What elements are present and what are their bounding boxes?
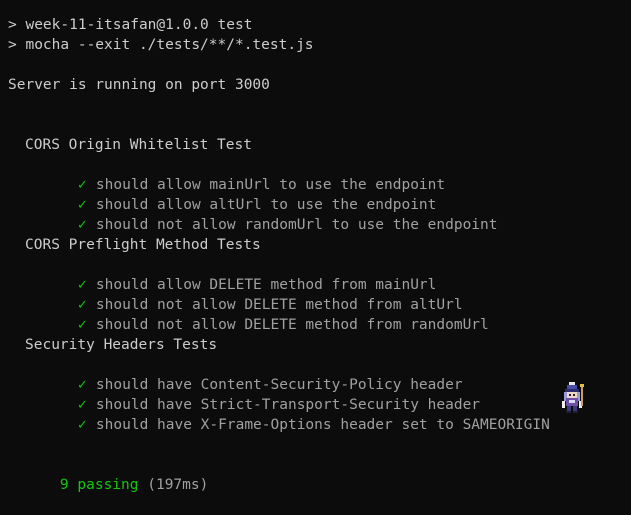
suite-title-security-headers: Security Headers Tests: [25, 337, 218, 353]
test-result-line: ✓ should not allow DELETE method from ran…: [43, 295, 489, 333]
check-icon: ✓: [77, 317, 87, 333]
pixel-character-icon[interactable]: [557, 381, 587, 415]
command-line-2: > mocha --exit ./tests/**/*.test.js: [8, 37, 314, 53]
suite-title-cors-preflight: CORS Preflight Method Tests: [25, 237, 261, 253]
test-result-line: ✓ should have X-Frame-Options header set …: [43, 395, 550, 433]
check-icon: ✓: [77, 217, 87, 233]
test-result-line: ✓ should not allow DELETE method from alt…: [43, 275, 463, 313]
test-name: should not allow randomUrl to use the en…: [95, 217, 498, 233]
terminal-output: > week-11-itsafan@1.0.0 test > mocha --e…: [0, 0, 631, 493]
test-summary: 9 passing (197ms): [25, 455, 208, 493]
server-message: Server is running on port 3000: [8, 77, 270, 93]
suite-title-cors-origin: CORS Origin Whitelist Test: [25, 137, 252, 153]
test-result-line: ✓ should allow altUrl to use the endpoint: [43, 175, 436, 213]
test-result-line: ✓ should allow DELETE method from mainUrl: [43, 255, 436, 293]
test-result-line: ✓ should have Strict-Transport-Security h…: [43, 375, 480, 413]
test-result-line: ✓ should allow mainUrl to use the endpoin…: [43, 155, 445, 193]
passing-duration: (197ms): [147, 477, 209, 493]
command-line-1: > week-11-itsafan@1.0.0 test: [8, 17, 253, 33]
test-result-line: ✓ should not allow randomUrl to use the e…: [43, 195, 498, 233]
test-name: should have X-Frame-Options header set t…: [95, 417, 550, 433]
passing-count: 9 passing: [59, 477, 139, 493]
test-result-line: ✓ should have Content-Security-Policy hea…: [43, 355, 463, 393]
check-icon: ✓: [77, 417, 87, 433]
test-name: should not allow DELETE method from rand…: [95, 317, 489, 333]
